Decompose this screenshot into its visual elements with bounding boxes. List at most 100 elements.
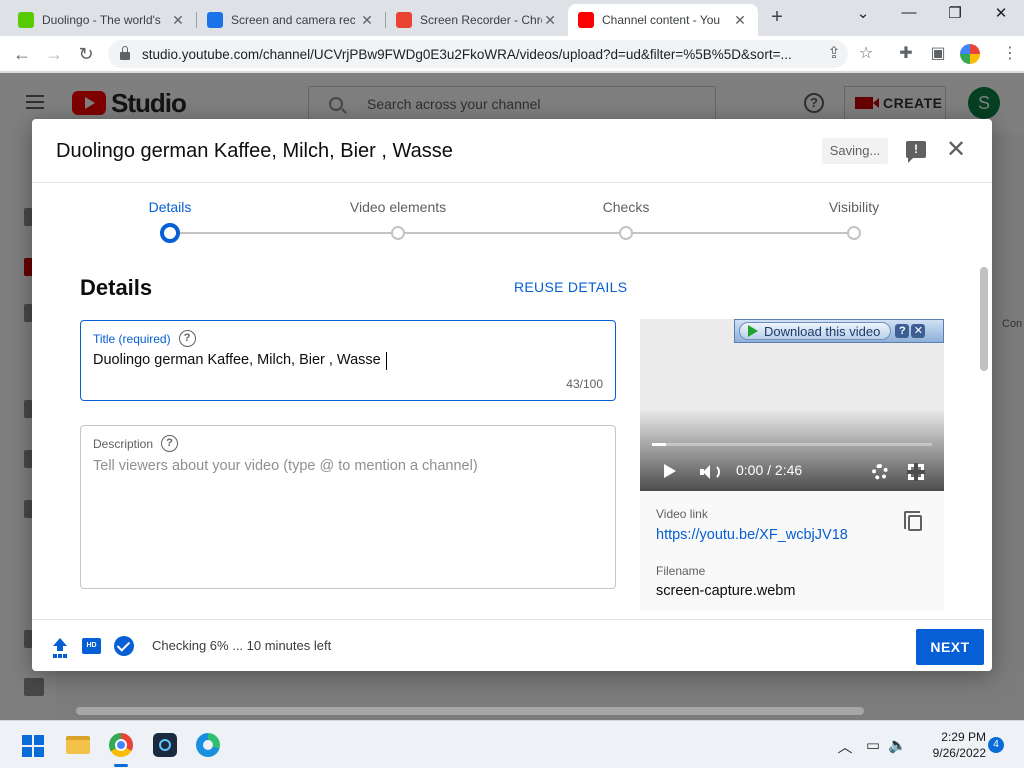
dialog-footer: HD Checking 6% ... 10 minutes left NEXT [32,619,992,671]
play-icon[interactable] [664,464,676,478]
details-heading: Details [80,275,153,300]
title-char-count: 43/100 [566,377,603,391]
bookmark-star-icon[interactable]: ☆ [856,44,876,64]
step-visibility-dot[interactable] [847,226,861,240]
tab-title: Screen and camera rec [231,13,355,27]
description-field[interactable]: Description ? Tell viewers about your vi… [80,425,616,589]
clock-time: 2:29 PM [941,730,986,744]
close-icon[interactable]: ✕ [170,12,186,29]
next-button[interactable]: NEXT [916,629,984,665]
dialog-scrollbar[interactable] [980,267,988,371]
file-explorer-icon[interactable] [66,736,90,754]
title-field[interactable]: Title (required) ? Duolingo german Kaffe… [80,320,616,401]
download-label: Download this video [764,323,881,339]
upload-status-text: Checking 6% ... 10 minutes left [152,638,332,653]
tab-screen-recorder[interactable]: Screen Recorder - Chro ✕ [386,4,568,36]
feedback-icon[interactable]: ! [906,141,926,163]
maximize-icon[interactable]: ❐ [940,4,970,22]
tab-duolingo[interactable]: Duolingo - The world's ✕ [8,4,196,36]
filename-value: screen-capture.webm [656,583,796,599]
notification-count-badge[interactable]: 4 [988,737,1004,753]
description-placeholder: Tell viewers about your video (type @ to… [93,458,478,474]
video-progress-track[interactable] [652,443,932,446]
check-icon[interactable] [114,636,134,656]
help-icon[interactable]: ? [178,330,196,347]
web-store-icon [396,12,412,28]
horizontal-scrollbar[interactable] [76,707,864,715]
video-time: 0:00 / 2:46 [736,462,803,478]
description-label-text: Description [93,436,154,451]
tab-title: Duolingo - The world's [42,13,161,27]
filename-label: Filename [656,564,706,578]
title-input[interactable]: Duolingo german Kaffee, Milch, Bier , Wa… [93,352,381,368]
step-video-elements-dot[interactable] [391,226,405,240]
video-player[interactable]: Download this video ? ✕ 0:00 / 2:46 [640,319,944,491]
reuse-details-button[interactable]: REUSE DETAILS [514,279,627,295]
reload-icon[interactable]: ↻ [74,42,98,66]
download-help-icon[interactable]: ? [895,324,910,338]
help-icon[interactable]: ? [161,435,179,452]
description-field-label: Description ? [93,435,179,452]
windows-taskbar: ︿ ▭ 🔈 2:29 PM 9/26/2022 4 [0,720,1024,768]
side-panel-icon[interactable]: ▣ [928,44,948,64]
tab-title: Screen Recorder - Chro [420,13,543,27]
text-caret [386,352,387,370]
close-icon[interactable]: ✕ [732,12,748,29]
download-play-icon [748,325,758,337]
gear-icon[interactable] [872,464,888,480]
edge-icon[interactable] [196,733,220,757]
tab-search-icon[interactable]: ⌄ [848,4,878,22]
step-checks-label[interactable]: Checks [546,199,706,215]
download-video-button[interactable]: Download this video [739,322,892,340]
forward-arrow-icon[interactable]: → [42,42,66,66]
network-icon[interactable]: ▭ [864,736,882,754]
windows-start-icon[interactable] [22,735,44,757]
recorder-icon [207,12,223,28]
stepper-track [170,232,854,234]
speaker-icon[interactable]: 🔈 [888,736,907,754]
browser-toolbar: ← → ↻ studio.youtube.com/channel/UCVrjPB… [0,36,1024,72]
chrome-menu-icon[interactable]: ⋮ [1000,44,1020,64]
video-preview-panel: Download this video ? ✕ 0:00 / 2:46 Vide… [640,319,944,611]
new-tab-button[interactable]: + [766,6,788,29]
step-visibility-label[interactable]: Visibility [774,199,934,215]
download-toolbar: Download this video ? ✕ [734,319,944,343]
copy-icon[interactable] [904,511,922,531]
window-close-icon[interactable]: ✕ [986,4,1016,22]
minimize-icon[interactable]: — [894,4,924,21]
video-link-label: Video link [656,507,708,521]
fullscreen-icon[interactable] [907,463,925,481]
download-close-icon[interactable]: ✕ [911,324,926,338]
browser-tab-strip: Duolingo - The world's ✕ Screen and came… [0,0,1024,36]
tray-overflow-chevron-icon[interactable]: ︿ [836,736,854,757]
video-link[interactable]: https://youtu.be/XF_wcbjJV18 [656,527,848,543]
step-details-dot[interactable] [160,223,180,243]
duolingo-icon [18,12,34,28]
upload-details-dialog: Duolingo german Kaffee, Milch, Bier , Wa… [32,119,992,671]
url-text: studio.youtube.com/channel/UCVrjPBw9FWDg… [142,46,792,62]
hd-icon[interactable]: HD [82,638,101,654]
profile-avatar[interactable] [960,44,980,64]
share-icon[interactable]: ⇪ [824,44,844,64]
back-arrow-icon[interactable]: ← [10,42,34,66]
step-checks-dot[interactable] [619,226,633,240]
upload-icon[interactable] [52,638,68,656]
step-details-label[interactable]: Details [90,199,250,215]
extensions-puzzle-icon[interactable]: ✚ [896,44,916,64]
tab-screen-camera-recorder[interactable]: Screen and camera rec ✕ [197,4,385,36]
video-progress-played [652,443,666,446]
divider [32,182,992,183]
camera-app-icon[interactable] [153,733,177,757]
youtube-icon [578,12,594,28]
tab-channel-content[interactable]: Channel content - You ✕ [568,4,758,36]
system-clock[interactable]: 2:29 PM 9/26/2022 [916,729,986,761]
address-bar[interactable]: studio.youtube.com/channel/UCVrjPBw9FWDg… [108,40,848,68]
step-video-elements-label[interactable]: Video elements [318,199,478,215]
chrome-taskbar-icon[interactable] [109,733,133,757]
title-field-label: Title (required) ? [93,330,196,347]
close-icon[interactable]: ✕ [542,12,558,29]
lock-icon [120,46,130,60]
tab-title: Channel content - You [602,13,721,27]
close-icon[interactable]: ✕ [944,137,968,163]
close-icon[interactable]: ✕ [359,12,375,29]
